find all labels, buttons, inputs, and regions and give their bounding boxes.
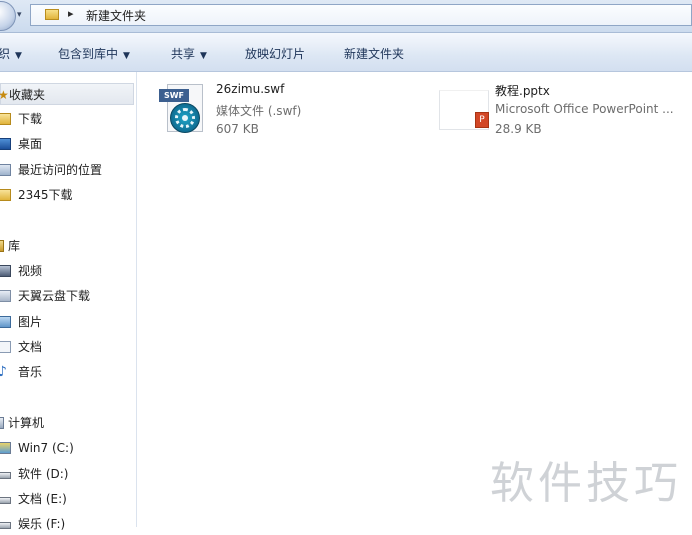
cloud-folder-icon: [0, 290, 11, 302]
pictures-library-icon: [0, 316, 11, 328]
folder-icon: [0, 189, 11, 201]
nav-label: 库: [8, 239, 21, 253]
nav-label: 音乐: [18, 365, 43, 379]
system-drive-icon: [0, 442, 11, 454]
address-box[interactable]: ▸ 新建文件夹: [30, 4, 692, 26]
nav-favorites[interactable]: ★ 收藏夹: [0, 83, 134, 105]
nav-label: 天翼云盘下载: [18, 289, 91, 303]
address-bar: ▾ ▸ 新建文件夹: [0, 0, 692, 33]
nav-label: 视频: [18, 264, 43, 278]
nav-tianyi-cloud-downloads[interactable]: 天翼云盘下载: [0, 285, 134, 307]
star-icon: ★: [0, 88, 9, 102]
nav-label: 软件 (D:): [18, 467, 69, 481]
nav-drive-c[interactable]: Win7 (C:): [0, 437, 134, 459]
file-size: 28.9 KB: [495, 122, 542, 136]
slideshow-button[interactable]: 放映幻灯片: [245, 45, 305, 62]
recent-places-icon: [0, 164, 11, 176]
file-name: 26zimu.swf: [216, 82, 285, 96]
nav-2345-downloads[interactable]: 2345下载: [0, 184, 134, 206]
nav-label: 计算机: [8, 416, 45, 430]
include-in-library-label: 包含到库中: [58, 47, 119, 61]
nav-label: 文档: [18, 340, 43, 354]
library-icon: [0, 240, 4, 252]
swf-tag: SWF: [159, 89, 189, 102]
command-toolbar: 织 ▼ 包含到库中 ▼ 共享 ▼ 放映幻灯片 新建文件夹: [0, 33, 692, 72]
share-label: 共享: [171, 47, 196, 61]
nav-label: Win7 (C:): [18, 441, 74, 455]
powerpoint-file-icon: P: [439, 90, 491, 132]
download-folder-icon: [0, 113, 11, 125]
nav-videos[interactable]: 视频: [0, 260, 134, 282]
hard-drive-icon: [0, 472, 11, 479]
nav-desktop[interactable]: 桌面: [0, 133, 134, 155]
history-dropdown-icon[interactable]: ▾: [17, 10, 22, 20]
file-item[interactable]: SWF 26zimu.swf 媒体文件 (.swf) 607 KB: [137, 72, 397, 140]
nav-label: 桌面: [18, 137, 43, 151]
nav-label: 图片: [18, 315, 43, 329]
back-button[interactable]: [0, 1, 16, 31]
new-folder-button[interactable]: 新建文件夹: [344, 45, 404, 62]
nav-music[interactable]: ♪ 音乐: [0, 361, 134, 383]
computer-icon: [0, 417, 4, 429]
navigation-pane: ★ 收藏夹 下载 桌面 最近访问的位置 2345下载 库 视频 天翼云盘下载 图…: [0, 72, 137, 531]
organize-button[interactable]: 织 ▼: [0, 45, 22, 62]
nav-drive-d[interactable]: 软件 (D:): [0, 463, 134, 485]
file-name: 教程.pptx: [495, 84, 550, 98]
nav-libraries[interactable]: 库: [0, 235, 134, 257]
nav-downloads[interactable]: 下载: [0, 108, 134, 130]
nav-documents[interactable]: 文档: [0, 336, 134, 358]
watermark: 软件技巧: [484, 425, 692, 527]
nav-recent-places[interactable]: 最近访问的位置: [0, 159, 134, 181]
desktop-icon: [0, 138, 11, 150]
watermark-text: 软件技巧: [490, 458, 682, 509]
documents-library-icon: [0, 341, 11, 353]
hard-drive-icon: [0, 497, 11, 504]
folder-icon: [45, 9, 59, 20]
nav-drive-f[interactable]: 娱乐 (F:): [0, 513, 134, 535]
organize-label: 织: [0, 47, 11, 61]
share-button[interactable]: 共享 ▼: [171, 45, 207, 62]
nav-label: 娱乐 (F:): [18, 517, 66, 531]
film-reel-icon: [170, 103, 200, 133]
chevron-down-icon: ▼: [123, 51, 130, 61]
nav-pictures[interactable]: 图片: [0, 311, 134, 333]
breadcrumb-current-folder[interactable]: 新建文件夹: [86, 7, 146, 24]
nav-drive-e[interactable]: 文档 (E:): [0, 488, 134, 510]
file-type: 媒体文件 (.swf): [216, 104, 302, 118]
music-note-icon: ♪: [0, 364, 7, 380]
breadcrumb-separator-icon[interactable]: ▸: [68, 7, 74, 20]
nav-label: 文档 (E:): [18, 492, 67, 506]
chevron-down-icon: ▼: [15, 51, 22, 61]
nav-label: 收藏夹: [9, 88, 46, 102]
hard-drive-icon: [0, 522, 11, 529]
nav-label: 2345下载: [18, 188, 73, 202]
file-type: Microsoft Office PowerPoint ...: [495, 102, 674, 116]
chevron-down-icon: ▼: [200, 51, 207, 61]
powerpoint-badge-icon: P: [475, 112, 489, 128]
nav-label: 最近访问的位置: [18, 163, 103, 177]
swf-media-icon: SWF: [159, 84, 209, 134]
nav-computer[interactable]: 计算机: [0, 412, 134, 434]
include-in-library-button[interactable]: 包含到库中 ▼: [58, 45, 130, 62]
nav-label: 下载: [18, 112, 43, 126]
file-size: 607 KB: [216, 122, 259, 136]
file-item[interactable]: P 教程.pptx Microsoft Office PowerPoint ..…: [437, 72, 692, 140]
video-library-icon: [0, 265, 11, 277]
